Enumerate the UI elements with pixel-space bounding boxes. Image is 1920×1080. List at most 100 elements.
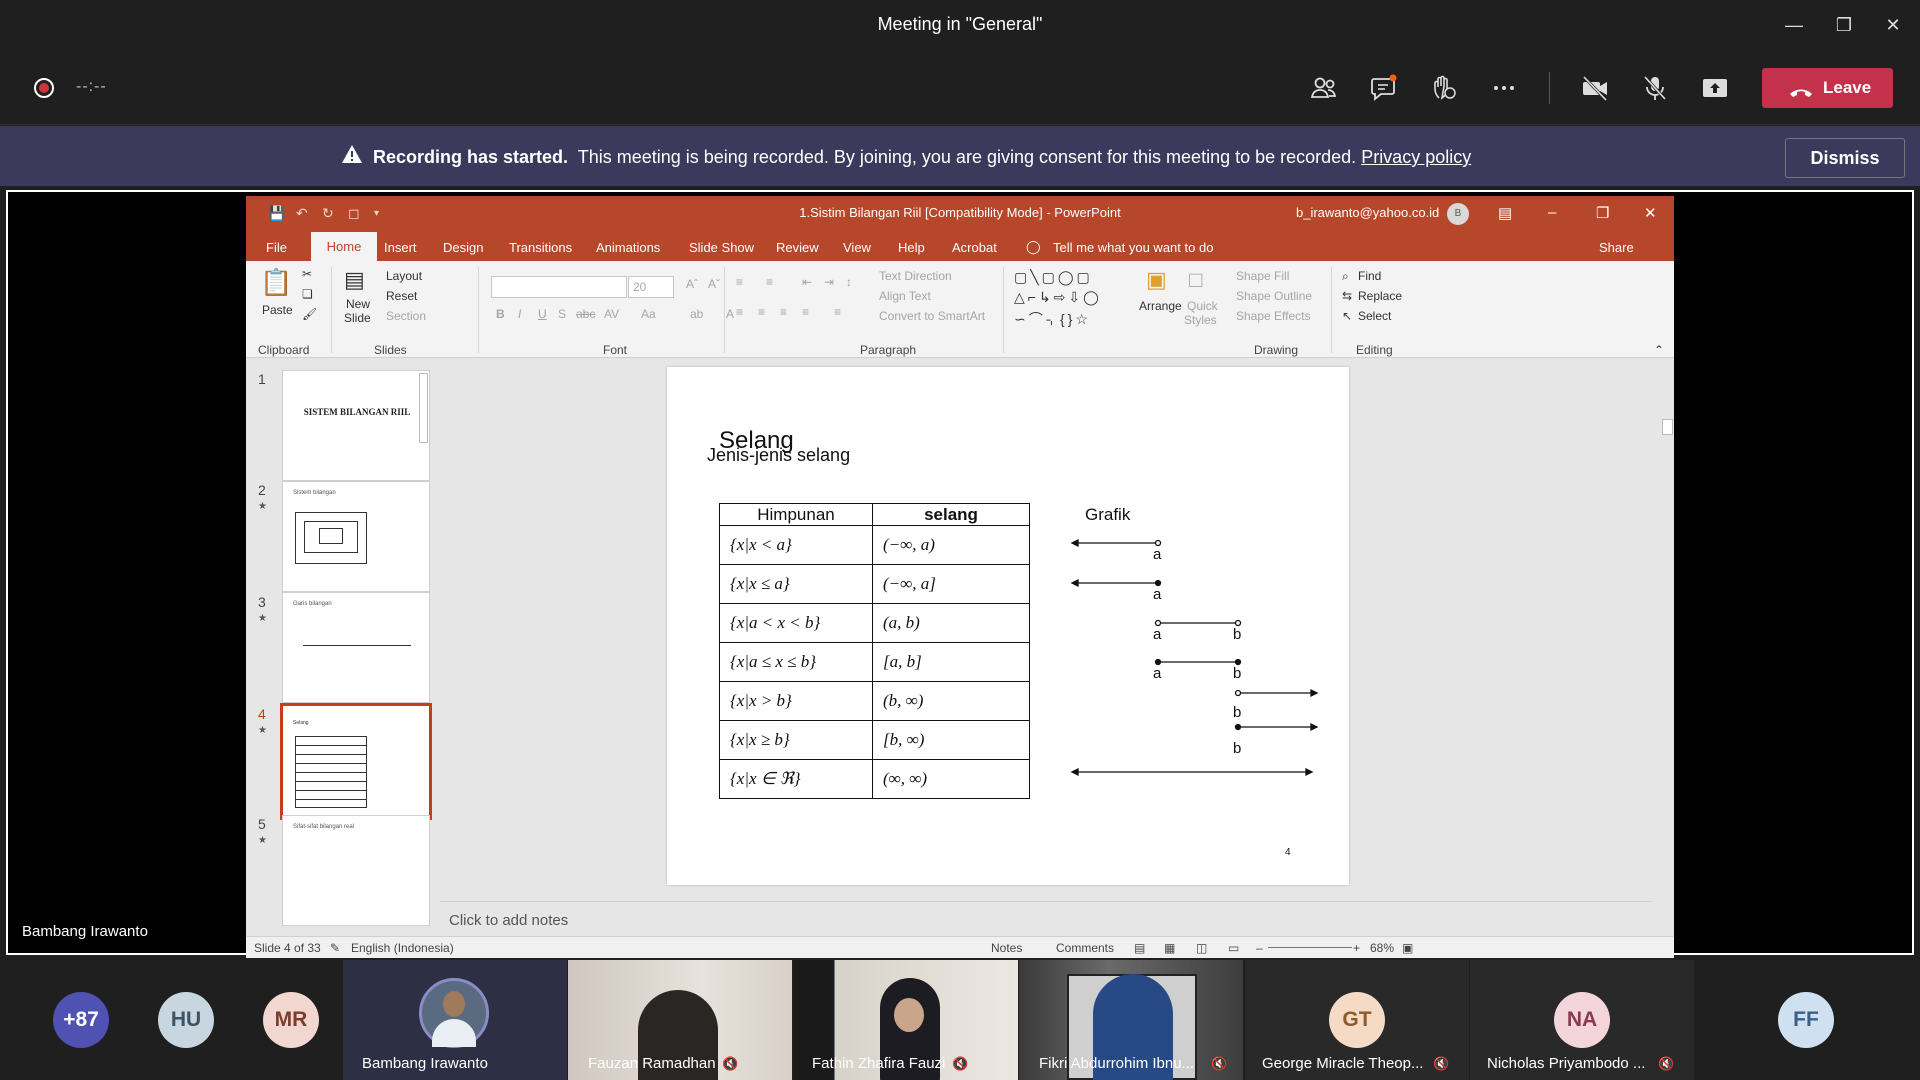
current-slide[interactable]: Selang Jenis-jenis selang Himpunan selan…: [667, 367, 1349, 885]
align-center-icon[interactable]: ≡: [758, 305, 765, 319]
participant-tile[interactable]: Bambang Irawanto: [343, 960, 567, 1080]
participant-video[interactable]: Fathin Zhafira Fauzi 🔇: [794, 960, 1018, 1080]
bullets-icon[interactable]: ≡: [736, 275, 743, 289]
paste-button[interactable]: Paste: [262, 303, 293, 317]
find-icon[interactable]: ⌕: [1342, 269, 1349, 284]
normal-view-icon[interactable]: ▤: [1134, 941, 1145, 955]
new-slide-label-1[interactable]: New: [346, 297, 370, 311]
participants-button[interactable]: [1304, 70, 1344, 106]
scroll-thumb[interactable]: [1662, 419, 1673, 435]
text-direction-button[interactable]: Text Direction: [879, 269, 952, 283]
reading-view-icon[interactable]: ◫: [1196, 941, 1207, 955]
font-size-input[interactable]: 20: [628, 276, 674, 298]
tab-file[interactable]: File: [266, 240, 287, 255]
ppt-user-avatar[interactable]: B: [1447, 203, 1469, 225]
collapse-ribbon-icon[interactable]: ⌃: [1654, 343, 1664, 357]
shadow-icon[interactable]: S: [558, 307, 566, 321]
more-options-button[interactable]: [1484, 70, 1524, 106]
quick-styles-label-1[interactable]: Quick: [1187, 299, 1218, 313]
slide-thumbnail-1[interactable]: SISTEM BILANGAN RIIL: [282, 370, 430, 481]
char-spacing-icon[interactable]: AV: [604, 307, 619, 321]
shapes-gallery-row3[interactable]: ∽⌒⌍{}☆: [1014, 309, 1091, 329]
shape-effects-button[interactable]: Shape Effects: [1236, 309, 1311, 323]
share-button[interactable]: Share: [1599, 240, 1634, 255]
align-right-icon[interactable]: ≡: [780, 305, 787, 319]
convert-smartart-button[interactable]: Convert to SmartArt: [879, 309, 985, 323]
notes-toggle[interactable]: Notes: [991, 941, 1022, 955]
replace-button[interactable]: Replace: [1358, 289, 1402, 303]
change-case-icon[interactable]: Aa: [641, 307, 656, 321]
slide-scrollbar[interactable]: [1660, 359, 1674, 933]
ppt-restore-button[interactable]: ❐: [1596, 204, 1609, 222]
tab-slide-show[interactable]: Slide Show: [689, 240, 754, 255]
slide-thumbnail-2[interactable]: Sistem bilangan: [282, 481, 430, 592]
tab-animations[interactable]: Animations: [596, 240, 660, 255]
language-indicator[interactable]: English (Indonesia): [351, 941, 454, 955]
font-name-input[interactable]: [491, 276, 627, 298]
find-button[interactable]: Find: [1358, 269, 1381, 283]
tab-help[interactable]: Help: [898, 240, 925, 255]
highlight-icon[interactable]: ab: [690, 307, 703, 321]
arrange-button[interactable]: Arrange: [1139, 299, 1182, 313]
thumbnails-scrollbar[interactable]: [416, 359, 430, 933]
participant-tile[interactable]: GT George Miracle Theop... 🔇: [1245, 960, 1469, 1080]
spellcheck-icon[interactable]: ✎: [330, 941, 340, 955]
shape-outline-button[interactable]: Shape Outline: [1236, 289, 1312, 303]
zoom-in-icon[interactable]: +: [1353, 941, 1360, 955]
zoom-level[interactable]: 68%: [1370, 941, 1394, 955]
bold-icon[interactable]: B: [496, 307, 505, 321]
slide-thumbnail-5[interactable]: Sifat-sifat bilangan real: [282, 815, 430, 926]
replace-icon[interactable]: ⇆: [1342, 289, 1352, 303]
more-participants-button[interactable]: +87: [53, 992, 109, 1048]
shapes-gallery-icon[interactable]: ▢╲▢◯▢: [1014, 269, 1093, 286]
scroll-thumb[interactable]: [419, 373, 428, 443]
fit-to-window-icon[interactable]: ▣: [1402, 941, 1413, 955]
tab-home[interactable]: Home: [311, 232, 377, 261]
participant-video[interactable]: Fikri Abdurrohim Ibnu... 🔇: [1019, 960, 1243, 1080]
shapes-gallery-row2[interactable]: △⌐↳⇨⇩◯: [1014, 289, 1102, 306]
shape-fill-button[interactable]: Shape Fill: [1236, 269, 1289, 283]
share-content-button[interactable]: [1695, 70, 1735, 106]
ppt-minimize-button[interactable]: –: [1548, 204, 1556, 221]
columns-icon[interactable]: ≡: [834, 305, 841, 319]
select-icon[interactable]: ↖: [1342, 309, 1352, 323]
align-text-button[interactable]: Align Text: [879, 289, 931, 303]
quick-styles-icon[interactable]: □: [1189, 267, 1202, 293]
new-slide-icon[interactable]: ▤: [344, 267, 365, 293]
format-painter-icon[interactable]: 🖌: [302, 307, 317, 321]
paste-icon[interactable]: 📋: [260, 267, 292, 298]
close-button[interactable]: ✕: [1870, 8, 1916, 42]
tab-acrobat[interactable]: Acrobat: [952, 240, 997, 255]
minimize-button[interactable]: —: [1771, 8, 1817, 42]
copy-icon[interactable]: ❏: [302, 287, 313, 301]
increase-indent-icon[interactable]: ⇥: [824, 275, 834, 289]
slide-thumbnail-4[interactable]: Selang: [280, 703, 432, 820]
arrange-icon[interactable]: ▣: [1146, 267, 1167, 293]
participant-video[interactable]: Fauzan Ramadhan 🔇: [568, 960, 792, 1080]
section-button[interactable]: Section: [386, 309, 426, 323]
chat-button[interactable]: [1364, 70, 1404, 106]
powerpoint-window[interactable]: 💾 ↶ ↻ ◻ ▾ 1.Sistim Bilangan Riil [Compat…: [246, 196, 1674, 958]
quick-styles-label-2[interactable]: Styles: [1184, 313, 1217, 327]
align-left-icon[interactable]: ≡: [736, 305, 743, 319]
numbering-icon[interactable]: ≡: [766, 275, 773, 289]
restore-button[interactable]: ❐: [1821, 8, 1867, 42]
tab-design[interactable]: Design: [443, 240, 483, 255]
strikethrough-icon[interactable]: abc: [576, 307, 595, 321]
underline-icon[interactable]: U: [538, 307, 547, 321]
participant-tile[interactable]: NA Nicholas Priyambodo ... 🔇: [1470, 960, 1694, 1080]
line-spacing-icon[interactable]: ↕: [846, 275, 852, 289]
shrink-font-icon[interactable]: Aˇ: [708, 277, 720, 291]
new-slide-label-2[interactable]: Slide: [344, 311, 371, 325]
privacy-policy-link[interactable]: Privacy policy: [1361, 147, 1471, 167]
tell-me-search[interactable]: Tell me what you want to do: [1053, 240, 1213, 255]
notes-pane[interactable]: Click to add notes: [440, 901, 1652, 934]
italic-icon[interactable]: I: [518, 307, 521, 321]
zoom-out-icon[interactable]: –: [1256, 941, 1263, 955]
ppt-user-account[interactable]: b_irawanto@yahoo.co.id: [1296, 205, 1439, 220]
font-color-icon[interactable]: A: [726, 307, 734, 321]
avatar-mr[interactable]: MR: [263, 992, 319, 1048]
ribbon-display-icon[interactable]: ▤: [1498, 204, 1512, 222]
zoom-slider[interactable]: [1268, 947, 1352, 948]
select-button[interactable]: Select: [1358, 309, 1391, 323]
